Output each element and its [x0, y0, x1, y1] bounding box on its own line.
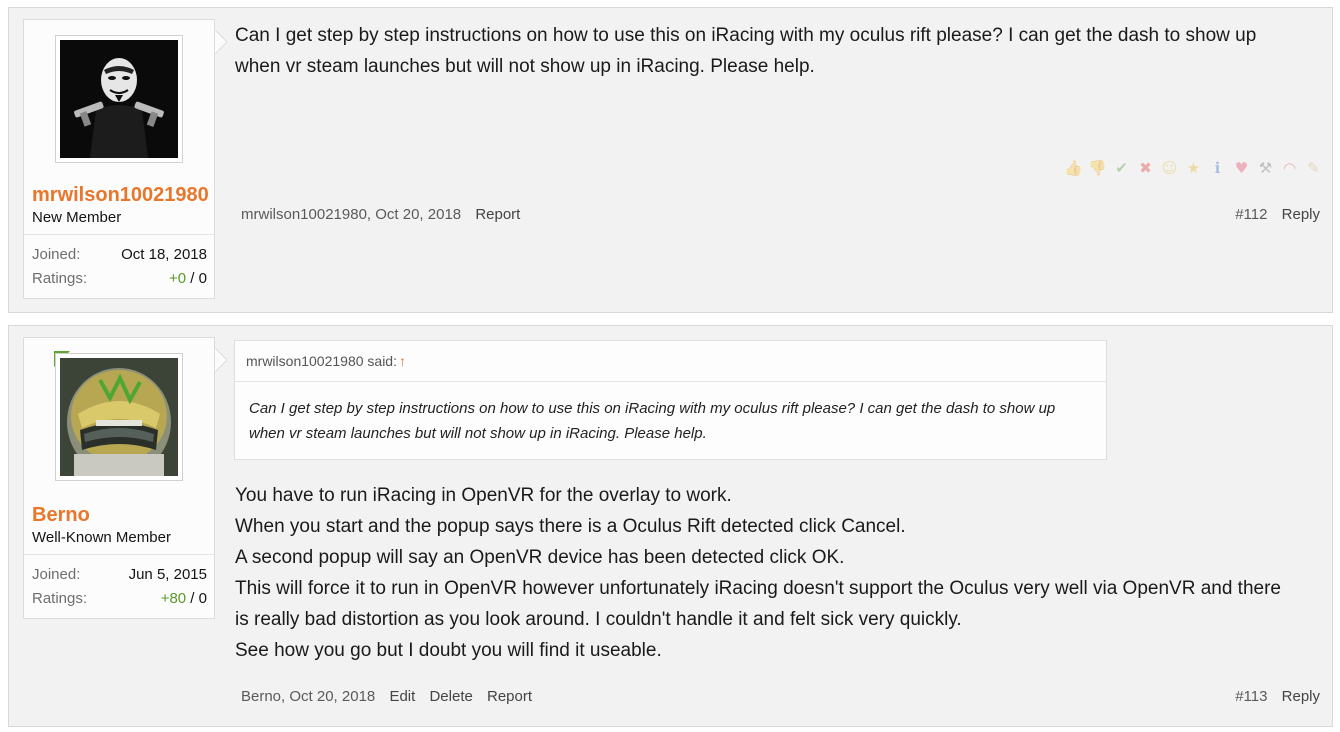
message-line: See how you go but I doubt you will find… [235, 640, 662, 661]
check-icon[interactable]: ✔ [1111, 158, 1132, 179]
message-line: Can I get step by step instructions on h… [235, 25, 1257, 46]
user-extra-info: Joined: Oct 18, 2018 Ratings: +0 / 0 [24, 234, 214, 293]
post-message: You have to run iRacing in OpenVR for th… [235, 480, 1281, 666]
message-line: is really bad distortion as you look aro… [235, 609, 962, 630]
message-line: when vr steam launches but will not show… [235, 56, 815, 77]
ratings-positive: +80 [160, 590, 187, 607]
joined-row: Joined: Oct 18, 2018 [32, 245, 207, 269]
racing-helmet-avatar-icon [60, 358, 178, 476]
post-meta: mrwilson10021980, Oct 20, 2018 Report [241, 206, 530, 223]
avatar[interactable] [55, 35, 183, 163]
smile-icon[interactable]: ☺ [1159, 158, 1180, 179]
ratings-rest: / 0 [186, 590, 207, 607]
username-link[interactable]: Berno [32, 504, 90, 527]
user-extra-info: Joined: Jun 5, 2015 Ratings: +80 / 0 [24, 554, 214, 613]
masked-figure-avatar-icon [60, 40, 178, 158]
ratings-value: +80 / 0 [161, 589, 207, 613]
forum-post: Berno Well-Known Member Joined: Jun 5, 2… [8, 325, 1333, 727]
reply-button[interactable]: Reply [1282, 206, 1320, 223]
joined-value: Jun 5, 2015 [128, 566, 207, 583]
username-link[interactable]: mrwilson10021980 [32, 184, 209, 207]
pencil-icon[interactable]: ✎ [1303, 158, 1324, 179]
heart-icon[interactable]: ♥ [1231, 158, 1252, 179]
reaction-bar: 👍 👎 ✔ ✖ ☺ ★ ℹ ♥ ⚒ ◠ ✎ [1063, 158, 1324, 179]
post-number-link[interactable]: #113 [1235, 688, 1267, 705]
ratings-positive: +0 [169, 270, 187, 287]
star-icon[interactable]: ★ [1183, 158, 1204, 179]
thumbs-up-icon[interactable]: 👍 [1063, 158, 1084, 179]
post-controls: #112 Reply [1235, 206, 1320, 223]
post-footer: Berno, Oct 20, 2018 Edit Delete Report #… [241, 688, 1320, 705]
post-message: Can I get step by step instructions on h… [235, 20, 1256, 82]
ratings-row: Ratings: +80 / 0 [32, 589, 207, 613]
thumbs-down-icon[interactable]: 👎 [1087, 158, 1108, 179]
joined-row: Joined: Jun 5, 2015 [32, 565, 207, 589]
quote-line: when vr steam launches but will not show… [249, 425, 707, 442]
post-meta: Berno, Oct 20, 2018 Edit Delete Report [241, 688, 542, 705]
post-author-date[interactable]: mrwilson10021980, Oct 20, 2018 [241, 206, 461, 223]
post-footer: mrwilson10021980, Oct 20, 2018 Report #1… [241, 206, 1320, 223]
forum-post: mrwilson10021980 New Member Joined: Oct … [8, 7, 1333, 313]
wrench-icon[interactable]: ⚒ [1255, 158, 1276, 179]
user-info-panel: mrwilson10021980 New Member Joined: Oct … [23, 19, 215, 299]
post-arrow-icon [215, 348, 227, 372]
rainbow-icon[interactable]: ◠ [1279, 158, 1300, 179]
user-title: Well-Known Member [32, 529, 171, 546]
info-icon[interactable]: ℹ [1207, 158, 1228, 179]
quote-jump-arrow-icon[interactable]: ↑ [399, 353, 406, 369]
post-controls: #113 Reply [1235, 688, 1320, 705]
reply-button[interactable]: Reply [1282, 688, 1320, 705]
user-title: New Member [32, 209, 122, 226]
message-line: A second popup will say an OpenVR device… [235, 547, 845, 568]
message-line: You have to run iRacing in OpenVR for th… [235, 485, 732, 506]
ratings-label: Ratings: [32, 270, 88, 287]
joined-value: Oct 18, 2018 [121, 246, 207, 263]
avatar[interactable] [55, 353, 183, 481]
joined-label: Joined: [32, 246, 81, 263]
report-link[interactable]: Report [475, 206, 520, 223]
quote-author: mrwilson10021980 said: [246, 353, 397, 369]
message-line: When you start and the popup says there … [235, 516, 906, 537]
quote-header: mrwilson10021980 said: ↑ [235, 341, 1106, 382]
user-info-panel: Berno Well-Known Member Joined: Jun 5, 2… [23, 337, 215, 619]
post-number-link[interactable]: #112 [1235, 206, 1267, 223]
ratings-label: Ratings: [32, 590, 88, 607]
quote-body: Can I get step by step instructions on h… [235, 382, 1106, 446]
delete-link[interactable]: Delete [429, 688, 472, 705]
post-arrow-icon [215, 30, 227, 54]
post-author-date[interactable]: Berno, Oct 20, 2018 [241, 688, 375, 705]
ratings-row: Ratings: +0 / 0 [32, 269, 207, 293]
quote-block: mrwilson10021980 said: ↑ Can I get step b… [234, 340, 1107, 460]
x-icon[interactable]: ✖ [1135, 158, 1156, 179]
edit-link[interactable]: Edit [389, 688, 415, 705]
quote-line: Can I get step by step instructions on h… [249, 400, 1056, 417]
ratings-rest: / 0 [186, 270, 207, 287]
ratings-value: +0 / 0 [169, 269, 207, 293]
report-link[interactable]: Report [487, 688, 532, 705]
message-line: This will force it to run in OpenVR howe… [235, 578, 1281, 599]
joined-label: Joined: [32, 566, 81, 583]
